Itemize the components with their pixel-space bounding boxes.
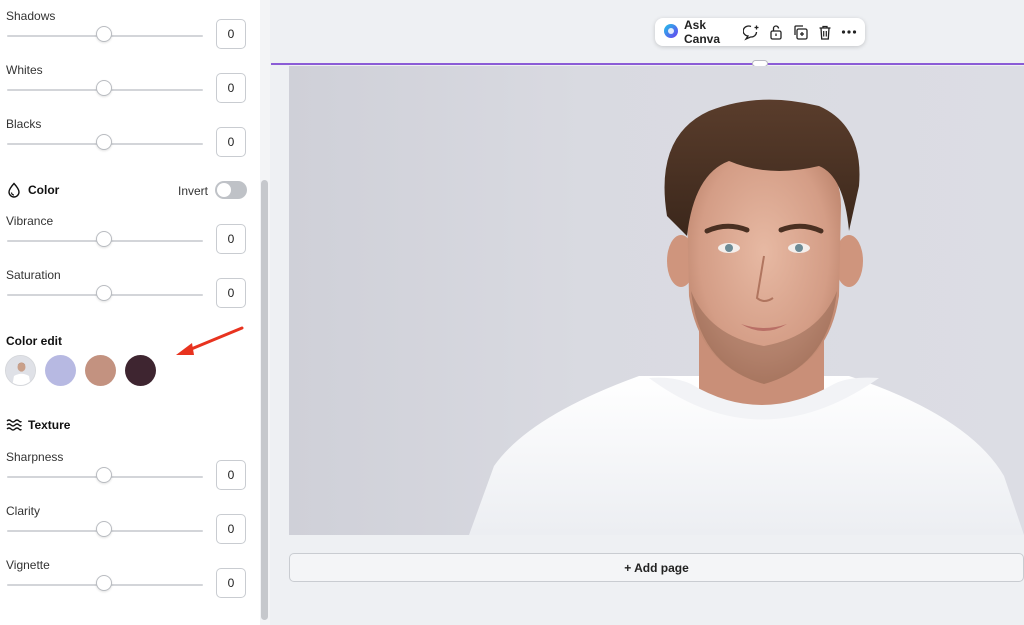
color-drop-icon (6, 182, 22, 198)
slider-whites: Whites 0 (0, 63, 250, 113)
ask-canva-label: Ask Canva (684, 18, 721, 46)
slider-clarity: Clarity 0 (0, 504, 250, 554)
color-section-header: Color (6, 182, 59, 198)
panel-scrollbar[interactable] (260, 0, 270, 625)
toggle-knob (217, 183, 231, 197)
portrait-photo (469, 99, 1024, 535)
vignette-value-input[interactable]: 0 (216, 568, 246, 598)
more-icon[interactable] (841, 23, 857, 41)
slider-sharpness: Sharpness 0 (0, 450, 250, 500)
clarity-value-input[interactable]: 0 (216, 514, 246, 544)
slider-handle[interactable] (96, 575, 112, 591)
slider-label: Sharpness (6, 450, 64, 464)
blacks-value-input[interactable]: 0 (216, 127, 246, 157)
color-swatch-3[interactable] (125, 355, 156, 386)
slider-label: Vignette (6, 558, 50, 572)
lock-icon[interactable] (768, 23, 784, 41)
ask-canva-button[interactable]: Ask Canva (663, 18, 731, 46)
comment-add-icon[interactable] (743, 23, 760, 41)
slider-handle[interactable] (96, 26, 112, 42)
saturation-value-input[interactable]: 0 (216, 278, 246, 308)
invert-toggle[interactable] (215, 181, 247, 199)
slider-label: Blacks (6, 117, 42, 131)
adjust-panel: Shadows 0 Whites 0 Blacks 0 Color Invert… (0, 0, 270, 625)
canva-ai-icon (663, 23, 679, 42)
photo-thumbnail-icon (6, 356, 35, 385)
slider-handle[interactable] (96, 521, 112, 537)
texture-waves-icon (6, 418, 22, 432)
slider-handle[interactable] (96, 467, 112, 483)
duplicate-icon[interactable] (792, 23, 809, 41)
shadows-value-input[interactable]: 0 (216, 19, 246, 49)
vibrance-value-input[interactable]: 0 (216, 224, 246, 254)
slider-label: Clarity (6, 504, 41, 518)
canvas-photo[interactable] (289, 66, 1024, 535)
sharpness-value-input[interactable]: 0 (216, 460, 246, 490)
texture-section-header: Texture (6, 418, 70, 432)
color-swatch-photo[interactable] (5, 355, 36, 386)
whites-value-input[interactable]: 0 (216, 73, 246, 103)
slider-blacks: Blacks 0 (0, 117, 250, 167)
section-title: Texture (28, 418, 71, 432)
slider-label: Saturation (6, 268, 61, 282)
slider-label: Vibrance (6, 214, 54, 228)
section-title: Color (28, 183, 60, 197)
add-page-button[interactable]: + Add page (289, 553, 1024, 582)
slider-handle[interactable] (96, 285, 112, 301)
slider-vibrance: Vibrance 0 (0, 214, 250, 264)
color-edit-title: Color edit (6, 334, 62, 348)
slider-handle[interactable] (96, 80, 112, 96)
invert-label: Invert (178, 184, 209, 198)
scrollbar-thumb[interactable] (261, 180, 268, 620)
red-arrow-icon (176, 326, 244, 355)
slider-label: Shadows (6, 9, 56, 23)
slider-label: Whites (6, 63, 43, 77)
color-swatch-1[interactable] (45, 355, 76, 386)
slider-saturation: Saturation 0 (0, 268, 250, 318)
slider-handle[interactable] (96, 134, 112, 150)
slider-vignette: Vignette 0 (0, 558, 250, 608)
slider-shadows: Shadows 0 (0, 9, 250, 59)
color-swatch-2[interactable] (85, 355, 116, 386)
selection-outline (271, 63, 1024, 65)
trash-icon[interactable] (817, 23, 833, 41)
slider-handle[interactable] (96, 231, 112, 247)
floating-toolbar: Ask Canva (655, 18, 865, 46)
